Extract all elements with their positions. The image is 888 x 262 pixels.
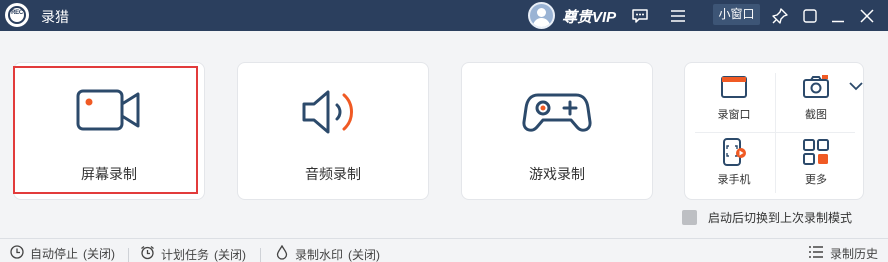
history-item[interactable]: 录制历史 [808,245,878,262]
history-label: 录制历史 [830,247,879,261]
list-icon [808,245,824,262]
menu-icon[interactable] [667,0,689,31]
status-bar: 自动停止 (关闭) 计划任务 (关闭) 录制水印 (关闭) 录制历史 [0,238,888,262]
phone-record-label: 录手机 [717,174,751,186]
drop-icon [275,244,289,262]
chat-icon[interactable] [628,0,652,31]
watermark-label: 录制水印 [295,247,344,262]
phone-record-tool[interactable]: 录手机 [694,138,774,198]
app-logo-icon: REC [5,3,29,27]
auto-stop-label: 自动停止 [30,247,79,261]
status-separator [260,248,261,262]
clock-icon [10,245,24,262]
vip-label[interactable]: 尊贵VIP [562,6,616,27]
alarm-clock-icon [140,245,155,262]
watermark-item[interactable]: 录制水印 (关闭) [275,244,381,262]
gamepad-icon [462,87,652,137]
screen-record-label: 屏幕录制 [81,166,137,182]
phone-record-icon [694,138,774,166]
auto-stop-value: (关闭) [83,247,116,261]
maximize-icon[interactable] [828,0,848,31]
title-bar: REC 录猎 尊贵VIP 小窗口 [0,0,888,31]
screenshot-icon [776,75,856,99]
mini-window-button[interactable]: 小窗口 [713,4,760,25]
screen-record-card[interactable]: 屏幕录制 [13,62,205,200]
close-icon[interactable] [857,0,877,31]
more-label: 更多 [805,174,827,186]
speaker-icon [238,87,428,137]
tools-panel: 录窗口 截图 录手机 更多 [684,62,864,200]
game-record-card[interactable]: 游戏录制 [461,62,653,200]
window-record-label: 录窗口 [717,109,751,121]
status-separator [128,248,129,262]
pin-icon[interactable] [769,0,791,31]
more-grid-icon [776,138,856,166]
schedule-label: 计划任务 [161,247,210,262]
avatar[interactable] [528,2,555,29]
game-record-label: 游戏录制 [529,166,585,182]
schedule-item[interactable]: 计划任务 (关闭) [140,245,246,262]
app-logo-text: REC [11,10,23,16]
autostart-checkbox[interactable] [682,209,697,225]
more-tool[interactable]: 更多 [776,138,856,198]
auto-stop-item[interactable]: 自动停止 (关闭) [10,245,115,262]
window-record-icon [694,75,774,99]
autostart-label: 启动后切换到上次录制模式 [708,210,853,225]
screenshot-label: 截图 [805,109,827,121]
audio-record-label: 音频录制 [305,166,361,182]
camera-icon [14,87,204,133]
minimize-icon[interactable] [800,0,820,31]
autostart-option[interactable]: 启动后切换到上次录制模式 [682,209,852,225]
audio-record-card[interactable]: 音频录制 [237,62,429,200]
schedule-value: (关闭) [214,247,247,262]
watermark-value: (关闭) [348,247,381,262]
screenshot-tool[interactable]: 截图 [776,75,856,135]
window-record-tool[interactable]: 录窗口 [694,75,774,135]
app-title: 录猎 [41,9,69,25]
chevron-down-icon[interactable] [848,80,864,99]
